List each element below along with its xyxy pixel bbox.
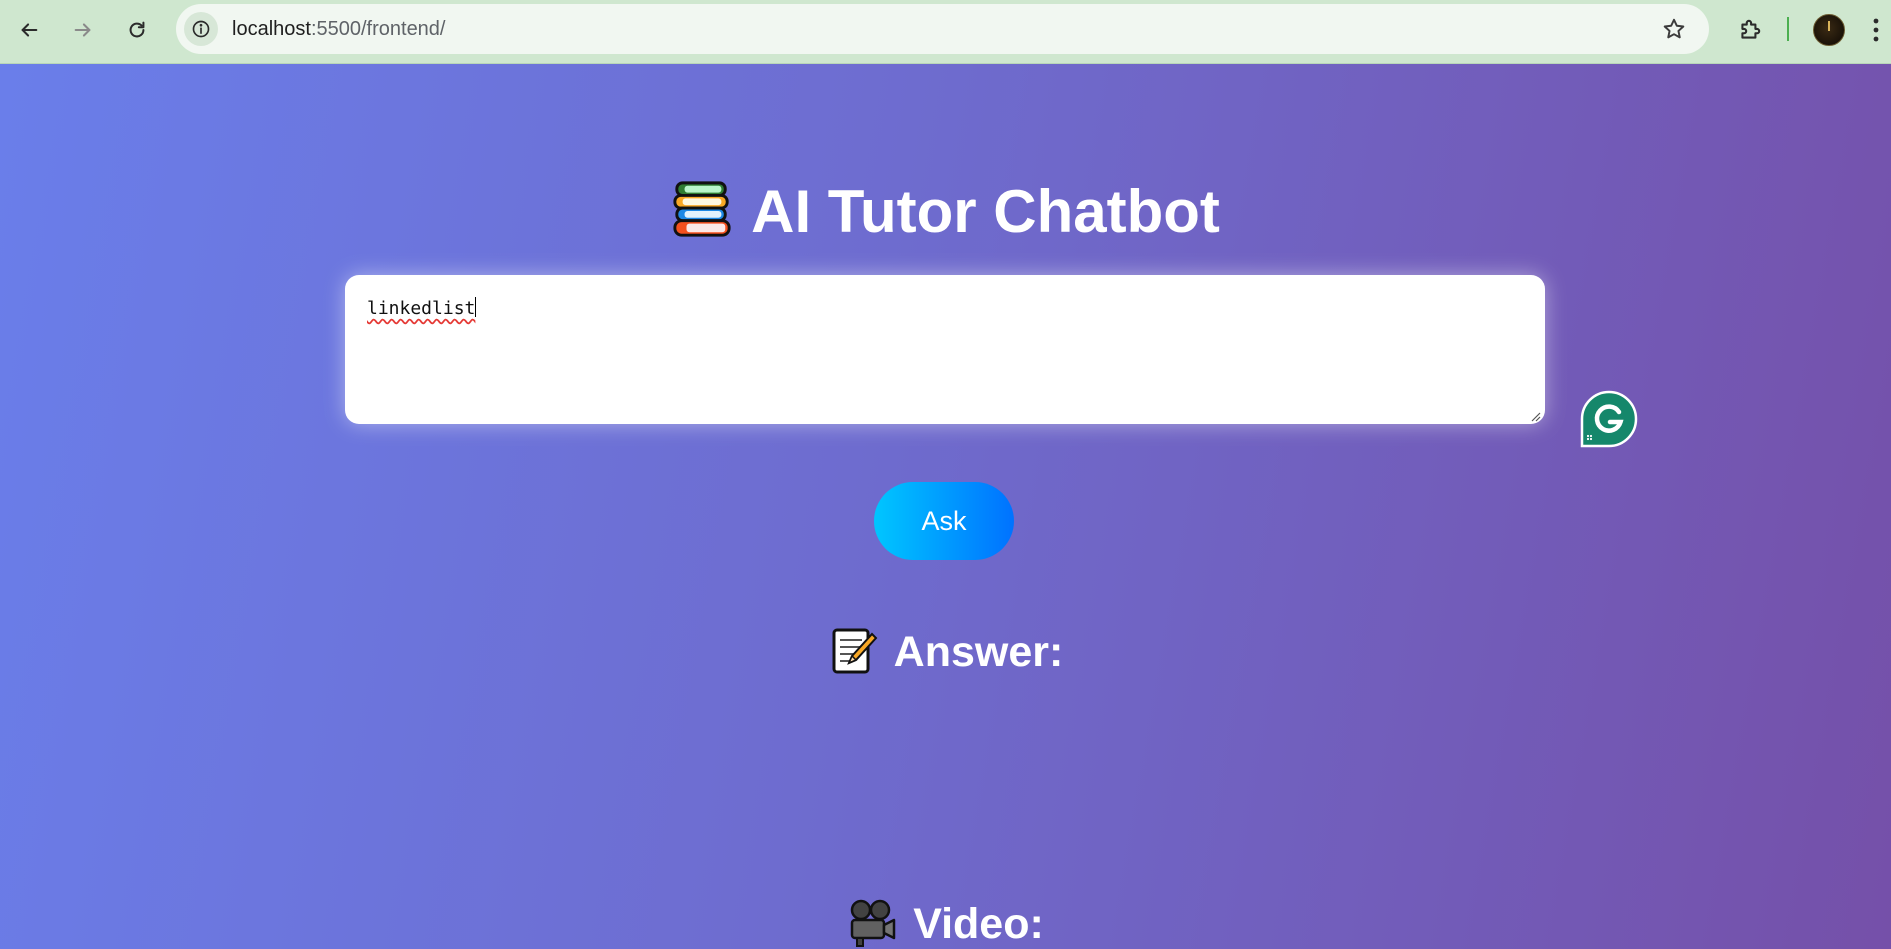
video-heading-text: Video: (913, 900, 1044, 948)
answer-heading: Answer: (0, 626, 1891, 680)
video-heading: Video: (0, 898, 1891, 949)
url-path: :5500/frontend/ (310, 18, 446, 40)
books-icon (673, 181, 731, 237)
text-caret (475, 297, 477, 317)
info-icon (192, 20, 210, 38)
question-value: linkedlist (367, 298, 476, 319)
url-text[interactable]: localhost:5500/frontend/ (232, 18, 446, 41)
page-title-text: AI Tutor Chatbot (751, 178, 1220, 245)
arrow-left-icon (21, 23, 38, 37)
site-info-button[interactable] (184, 12, 218, 46)
puzzle-icon (1741, 19, 1761, 39)
movie-camera-icon (850, 899, 896, 947)
url-host: localhost (232, 18, 311, 40)
reload-button[interactable] (119, 12, 155, 48)
question-input[interactable]: linkedlist (345, 275, 1545, 424)
browser-toolbar: localhost:5500/frontend/ (0, 0, 1891, 64)
extensions-button[interactable] (1732, 12, 1768, 48)
page-title: AI Tutor Chatbot (0, 176, 1891, 248)
forward-button[interactable] (65, 12, 101, 48)
address-bar[interactable]: localhost:5500/frontend/ (176, 4, 1709, 54)
kebab-menu-icon[interactable] (1872, 16, 1880, 44)
memo-icon (832, 628, 878, 674)
star-icon[interactable] (1661, 16, 1687, 42)
toolbar-divider (1787, 17, 1789, 41)
ask-button[interactable]: Ask (874, 482, 1014, 560)
back-button[interactable] (11, 12, 47, 48)
reload-icon (129, 21, 145, 38)
answer-heading-text: Answer: (893, 628, 1064, 676)
arrow-right-icon (74, 23, 91, 37)
page-content: AI Tutor Chatbot linkedlist Ask Answer: … (0, 64, 1891, 949)
avatar[interactable] (1813, 14, 1845, 46)
resize-handle-icon[interactable] (1531, 412, 1541, 422)
grammarly-icon[interactable] (1580, 390, 1638, 448)
